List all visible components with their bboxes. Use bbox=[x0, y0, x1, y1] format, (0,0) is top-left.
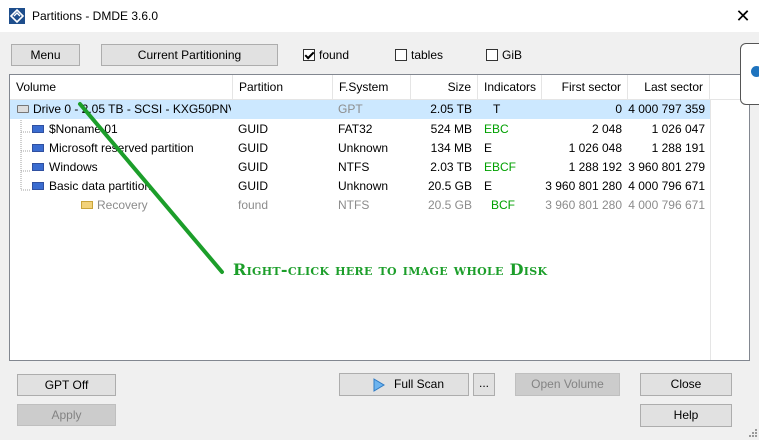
cell-volume: Windows bbox=[49, 160, 98, 174]
tables-checkbox[interactable]: tables bbox=[395, 48, 443, 62]
cell-indicators: E bbox=[484, 179, 493, 193]
partitions-window: Partitions - DMDE 3.6.0 ✕ Menu Current P… bbox=[0, 0, 759, 438]
play-icon bbox=[373, 378, 385, 392]
cell-indicators: T bbox=[493, 102, 501, 116]
table-row[interactable]: Basic data partition GUID Unknown 20.5 G… bbox=[10, 177, 710, 196]
partition-icon bbox=[32, 144, 44, 152]
table-row[interactable]: Drive 0 - 2.05 TB - SCSI - KXG50PNV... G… bbox=[10, 100, 710, 119]
column-fsystem[interactable]: F.System bbox=[333, 75, 411, 99]
current-partitioning-button[interactable]: Current Partitioning bbox=[101, 44, 278, 66]
full-scan-button[interactable]: Full Scan bbox=[339, 373, 469, 396]
cell-volume: $Noname 01 bbox=[49, 122, 118, 136]
cell-fsystem: FAT32 bbox=[338, 122, 373, 136]
cell-last-sector: 4 000 797 359 bbox=[628, 102, 705, 116]
column-last-sector[interactable]: Last sector bbox=[628, 75, 710, 99]
open-volume-button[interactable]: Open Volume bbox=[515, 373, 620, 396]
cell-fsystem: NTFS bbox=[338, 160, 370, 174]
close-window-icon[interactable]: ✕ bbox=[733, 6, 753, 26]
menu-button[interactable]: Menu bbox=[11, 44, 80, 66]
cell-last-sector: 4 000 796 671 bbox=[628, 198, 705, 212]
found-checkbox-label: found bbox=[319, 48, 350, 62]
cell-size: 524 MB bbox=[430, 122, 472, 136]
close-button[interactable]: Close bbox=[640, 373, 732, 396]
cell-last-sector: 4 000 796 671 bbox=[628, 179, 705, 193]
cell-volume: Microsoft reserved partition bbox=[49, 141, 194, 155]
table-row[interactable]: Recovery found NTFS 20.5 GB BCF 3 960 80… bbox=[10, 196, 710, 215]
resize-grip-icon[interactable] bbox=[748, 426, 757, 437]
cell-first-sector: 3 960 801 280 bbox=[545, 198, 622, 212]
cell-partition: GUID bbox=[238, 179, 268, 193]
partition-icon bbox=[32, 163, 44, 171]
cell-fsystem: Unknown bbox=[338, 141, 389, 155]
cell-partition: GUID bbox=[238, 141, 268, 155]
table-row[interactable]: $Noname 01 GUID FAT32 524 MB EBC 2 048 1… bbox=[10, 120, 710, 139]
cell-partition: GUID bbox=[238, 160, 268, 174]
cell-partition: found bbox=[238, 198, 269, 212]
cell-first-sector: 0 bbox=[615, 102, 622, 116]
cell-first-sector: 2 048 bbox=[591, 122, 622, 136]
partitions-list[interactable]: Volume Partition F.System Size Indicator… bbox=[9, 74, 750, 361]
title-bar: Partitions - DMDE 3.6.0 ✕ bbox=[0, 0, 759, 32]
cell-size: 20.5 GB bbox=[427, 198, 472, 212]
full-scan-label: Full Scan bbox=[394, 377, 445, 391]
cell-fsystem: GPT bbox=[338, 102, 363, 116]
found-checkbox-box[interactable] bbox=[303, 49, 315, 61]
cell-indicators: EBC bbox=[484, 122, 509, 136]
cell-volume: Basic data partition bbox=[49, 179, 152, 193]
apply-button[interactable]: Apply bbox=[17, 404, 116, 426]
cell-fsystem: NTFS bbox=[338, 198, 370, 212]
cell-volume: Recovery bbox=[97, 198, 148, 212]
column-indicators[interactable]: Indicators bbox=[478, 75, 542, 99]
cell-size: 134 MB bbox=[430, 141, 472, 155]
window-title: Partitions - DMDE 3.6.0 bbox=[32, 9, 159, 23]
gib-checkbox[interactable]: GiB bbox=[486, 48, 522, 62]
cell-size: 20.5 GB bbox=[427, 179, 472, 193]
help-button[interactable]: Help bbox=[640, 404, 732, 427]
info-dot-icon bbox=[751, 66, 759, 77]
more-options-button[interactable]: ... bbox=[473, 373, 495, 396]
gib-checkbox-label: GiB bbox=[502, 48, 523, 62]
table-row[interactable]: Windows GUID NTFS 2.03 TB EBCF 1 288 192… bbox=[10, 158, 710, 177]
side-popup bbox=[740, 43, 759, 105]
cell-last-sector: 3 960 801 279 bbox=[628, 160, 705, 174]
column-size[interactable]: Size bbox=[411, 75, 478, 99]
tables-checkbox-box[interactable] bbox=[395, 49, 407, 61]
cell-first-sector: 1 288 192 bbox=[568, 160, 622, 174]
tables-checkbox-label: tables bbox=[411, 48, 444, 62]
cell-size: 2.05 TB bbox=[430, 102, 472, 116]
cell-first-sector: 3 960 801 280 bbox=[545, 179, 622, 193]
cell-volume: Drive 0 - 2.05 TB - SCSI - KXG50PNV... bbox=[33, 102, 231, 116]
folder-icon bbox=[81, 201, 93, 209]
column-divider bbox=[710, 99, 711, 360]
gib-checkbox-box[interactable] bbox=[486, 49, 498, 61]
partition-icon bbox=[32, 182, 44, 190]
cell-last-sector: 1 026 047 bbox=[651, 122, 705, 136]
cell-size: 2.03 TB bbox=[430, 160, 472, 174]
table-row[interactable]: Microsoft reserved partition GUID Unknow… bbox=[10, 139, 710, 158]
column-partition[interactable]: Partition bbox=[233, 75, 333, 99]
partition-icon bbox=[32, 125, 44, 133]
drive-icon bbox=[17, 105, 29, 113]
cell-indicators: EBCF bbox=[484, 160, 517, 174]
cell-indicators: BCF bbox=[491, 198, 515, 212]
cell-first-sector: 1 026 048 bbox=[568, 141, 622, 155]
column-first-sector[interactable]: First sector bbox=[542, 75, 628, 99]
cell-indicators: E bbox=[484, 141, 493, 155]
gpt-off-button[interactable]: GPT Off bbox=[17, 374, 116, 396]
cell-partition: GUID bbox=[238, 122, 268, 136]
found-checkbox[interactable]: found bbox=[303, 48, 349, 62]
column-volume[interactable]: Volume bbox=[10, 75, 233, 99]
annotation-text: Right-click here to image whole Disk bbox=[233, 260, 548, 279]
cell-last-sector: 1 288 191 bbox=[651, 141, 705, 155]
column-header: Volume Partition F.System Size Indicator… bbox=[10, 75, 749, 100]
cell-fsystem: Unknown bbox=[338, 179, 389, 193]
dmde-app-icon bbox=[9, 8, 25, 24]
